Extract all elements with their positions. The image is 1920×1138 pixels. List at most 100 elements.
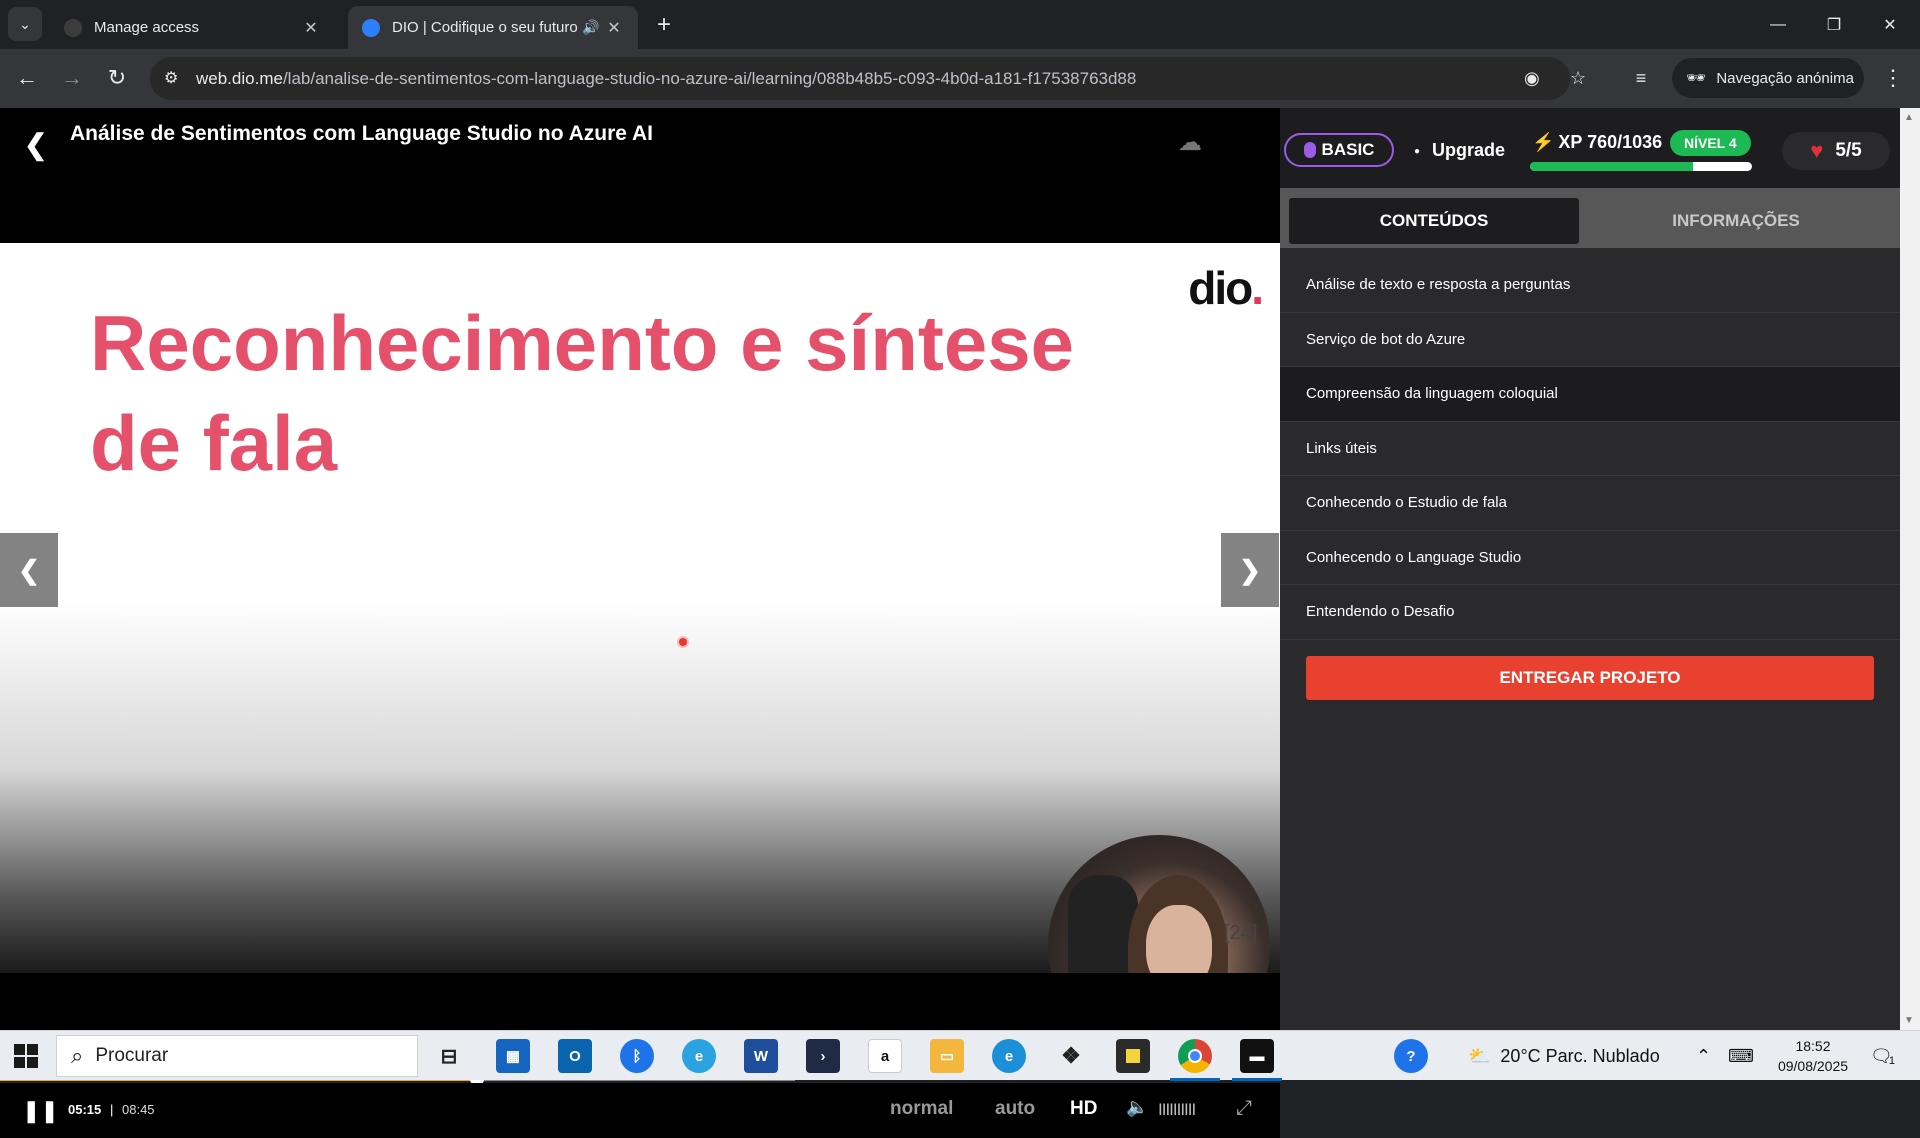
close-tab-icon[interactable]: ✕ (604, 18, 624, 38)
course-title: Análise de Sentimentos com Language Stud… (70, 122, 654, 145)
github-favicon-icon (64, 18, 82, 37)
volume-slider[interactable]: IIIIIIIIII (1158, 1100, 1196, 1120)
incognito-label: Navegação anónima (1716, 69, 1854, 87)
taskbar-clock[interactable]: 18:52 09/08/2025 (1770, 1036, 1856, 1076)
previous-slide-button[interactable]: ❮ (0, 533, 58, 607)
back-button[interactable]: ← (10, 61, 44, 95)
xp-display: ⚡ XP 760/1036 (1532, 132, 1663, 152)
chrome-icon[interactable] (1178, 1039, 1212, 1073)
internet-explorer-icon[interactable]: e (682, 1039, 716, 1073)
url-text[interactable]: web.dio.me/lab/analise-de-sentimentos-co… (196, 69, 1136, 89)
new-tab-button[interactable]: + (648, 9, 680, 41)
keyboard-icon[interactable]: ⌨ (1728, 1031, 1754, 1081)
browser-tabstrip: ⌄ Manage access ✕ DIO | Codifique o seu … (0, 0, 1920, 49)
terminal-icon[interactable]: ▬ (1240, 1039, 1274, 1073)
lesson-list: Análise de texto e resposta a perguntas … (1280, 258, 1900, 640)
level-badge: NÍVEL 4 (1670, 130, 1751, 156)
reload-button[interactable]: ↻ (100, 61, 134, 95)
site-settings-icon[interactable]: ⚙ (164, 68, 178, 88)
submit-project-button[interactable]: ENTREGAR PROJETO (1306, 656, 1874, 700)
list-item[interactable]: Conhecendo o Language Studio (1280, 530, 1900, 585)
tab-title: Manage access (94, 19, 200, 36)
scroll-down-icon[interactable]: ▼ (1904, 1015, 1914, 1026)
cloud-sun-icon: ⛅ (1468, 1045, 1491, 1066)
list-item[interactable]: Análise de texto e resposta a perguntas (1280, 258, 1900, 313)
presenter-webcam (1048, 835, 1270, 973)
current-time: 05:15 (68, 1102, 102, 1117)
speaker-icon[interactable]: 🔊 (582, 19, 604, 36)
page-scrollbar[interactable]: ▲ ▼ (1900, 108, 1920, 1030)
video-player: ❮ Análise de Sentimentos com Language St… (0, 108, 1280, 1138)
list-item[interactable]: Conhecendo o Estudio de fala (1280, 476, 1900, 531)
hd-button[interactable]: HD (1070, 1098, 1097, 1120)
bluetooth-icon[interactable]: ᛒ (620, 1039, 654, 1073)
notifications-button[interactable]: 🗨 1 (1870, 1031, 1895, 1081)
quality-button[interactable]: auto (995, 1098, 1035, 1120)
weather-widget[interactable]: ⛅ 20°C Parc. Nublado (1468, 1031, 1660, 1081)
minimize-window-button[interactable]: — (1750, 0, 1806, 49)
plan-badge[interactable]: BASIC (1284, 133, 1394, 167)
amazon-icon[interactable]: a (868, 1039, 902, 1073)
edge-icon[interactable]: e (992, 1039, 1026, 1073)
tab-conteudos[interactable]: CONTEÚDOS (1289, 198, 1579, 244)
next-slide-button[interactable]: ❯ (1221, 533, 1279, 607)
tab-manage-access[interactable]: Manage access ✕ (50, 6, 335, 49)
media-controls-button[interactable]: ≡ (1624, 61, 1658, 95)
upgrade-link[interactable]: Upgrade (1414, 140, 1505, 161)
word-icon[interactable]: W (744, 1039, 778, 1073)
chevron-down-icon: ⌄ (19, 15, 31, 32)
lightning-icon: ⚡ (1532, 132, 1555, 152)
volume-muted-icon[interactable]: 🔈 (1126, 1097, 1148, 1118)
task-view-icon[interactable]: ⊟ (432, 1039, 466, 1073)
list-item-current[interactable]: Compreensão da linguagem coloquial (1280, 367, 1900, 422)
sticky-notes-icon[interactable] (1116, 1039, 1150, 1073)
back-chevron-icon[interactable]: ❮ (24, 128, 47, 161)
address-bar[interactable]: ⚙ web.dio.me/lab/analise-de-sentimentos-… (150, 57, 1586, 100)
browser-toolbar: ← → ↻ ⚙ web.dio.me/lab/analise-de-sentim… (0, 49, 1920, 108)
help-icon[interactable]: ? (1394, 1039, 1428, 1073)
duration: 08:45 (122, 1102, 155, 1117)
incognito-indicator[interactable]: 🕶 Navegação anónima (1672, 58, 1864, 98)
slide-frame: dio. Reconhecimento e síntese de fala ❮ … (0, 243, 1280, 973)
tab-informacoes[interactable]: INFORMAÇÕES (1591, 198, 1881, 244)
tab-search-button[interactable]: ⌄ (8, 7, 42, 41)
list-item[interactable]: Entendendo o Desafio (1280, 585, 1900, 640)
chevron-right-icon: ❯ (1239, 554, 1261, 585)
restore-window-button[interactable]: ❐ (1806, 0, 1862, 49)
sidebar-tabs: CONTEÚDOS INFORMAÇÕES (1280, 188, 1900, 248)
list-item[interactable]: Serviço de bot do Azure (1280, 312, 1900, 367)
reload-icon: ↻ (107, 65, 127, 90)
dropbox-icon[interactable]: ❖ (1054, 1039, 1088, 1073)
playlist-icon: ≡ (1635, 67, 1647, 88)
close-window-button[interactable]: ✕ (1862, 0, 1918, 49)
taskbar-search-input[interactable]: ⌕ Procurar (56, 1035, 418, 1077)
pause-icon[interactable]: ❚❚ (22, 1098, 59, 1124)
slide-title: Reconhecimento e síntese de fala (90, 299, 1074, 487)
file-explorer-icon[interactable]: ▭ (930, 1039, 964, 1073)
browser-menu-button[interactable]: ⋮ (1876, 61, 1910, 95)
kebab-menu-icon: ⋮ (1882, 65, 1904, 90)
mouse-cursor-indicator (677, 636, 689, 648)
user-status-bar: BASIC Upgrade ⚡XP 760/1036 NÍVEL 4 ♥5/5 (1280, 108, 1900, 188)
eye-off-icon[interactable]: ◉ (1524, 68, 1540, 89)
scroll-up-icon[interactable]: ▲ (1904, 112, 1914, 123)
slide-counter: [24] (1224, 922, 1258, 944)
tab-title: DIO | Codifique o seu futuro (392, 19, 578, 36)
outlook-icon[interactable]: O (558, 1039, 592, 1073)
close-tab-icon[interactable]: ✕ (301, 18, 321, 38)
show-hidden-icons-button[interactable]: ⌃ (1696, 1031, 1711, 1081)
windows-taskbar: ⌕ Procurar ⊟ ▦ O ᛒ e W › a ▭ e ❖ ▬ ? ⛅ 2… (0, 1030, 1920, 1081)
forward-button[interactable]: → (55, 61, 89, 95)
incognito-icon: 🕶 (1686, 70, 1707, 87)
windows-start-button[interactable] (14, 1044, 38, 1068)
fullscreen-icon[interactable]: ⤢ (1236, 1097, 1252, 1120)
star-icon[interactable]: ☆ (1570, 68, 1586, 89)
powershell-icon[interactable]: › (806, 1039, 840, 1073)
plan-icon (1303, 142, 1316, 158)
playback-speed-button[interactable]: normal (890, 1098, 953, 1120)
tab-dio[interactable]: DIO | Codifique o seu futuro 🔊 ✕ (348, 6, 638, 49)
store-icon[interactable]: ▦ (496, 1039, 530, 1073)
list-item[interactable]: Links úteis (1280, 421, 1900, 476)
cloud-download-icon[interactable]: ☁ (1178, 128, 1202, 157)
chevron-up-icon: ⌃ (1696, 1045, 1712, 1066)
